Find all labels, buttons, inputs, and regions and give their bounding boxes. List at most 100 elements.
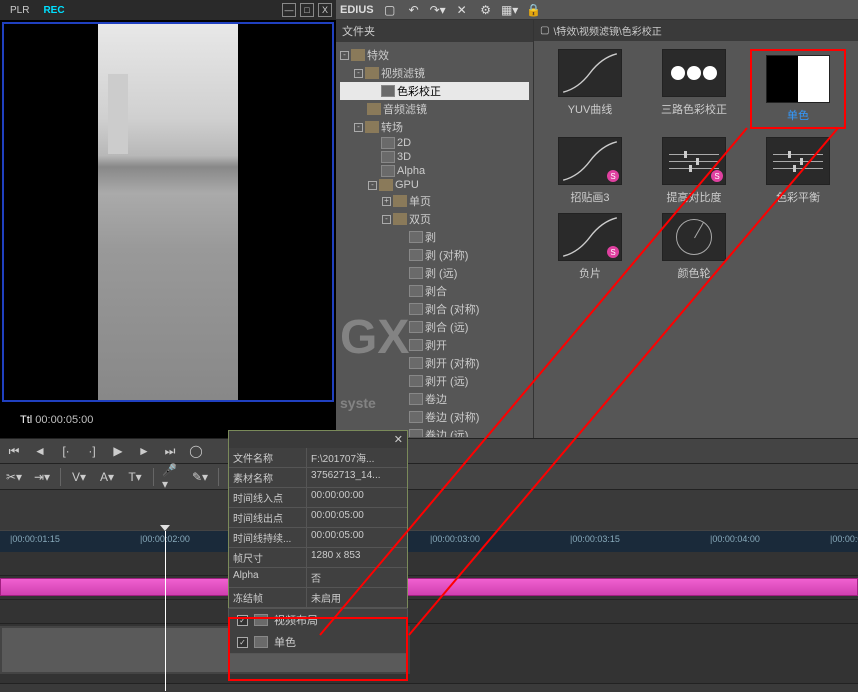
preview-viewport[interactable] <box>2 22 334 402</box>
bracket-out-icon[interactable]: ·] <box>82 442 102 460</box>
tree-item[interactable]: 剥合 (远) <box>340 318 529 336</box>
tree-item[interactable]: Alpha <box>340 164 529 178</box>
timeline-ruler[interactable]: |00:00:01:15|00:00:02:00|00:00:02:15|00:… <box>0 530 858 552</box>
effects-grid-panel: ▢ \特效\视频滤镜\色彩校正 YUV曲线三路色彩校正单色 S招贴画3S提高对比度… <box>534 20 858 438</box>
plr-mode-button[interactable]: PLR <box>4 5 35 16</box>
tree-item[interactable]: 卷边 (对称) <box>340 408 529 426</box>
info-key: 帧尺寸 <box>229 548 307 567</box>
effect-item[interactable]: S招贴画3 <box>542 137 638 205</box>
loop-icon[interactable]: ◯ <box>186 442 206 460</box>
delete-icon[interactable]: ✕ <box>454 3 470 17</box>
tree-toggle-icon[interactable]: - <box>368 181 377 190</box>
tree-item[interactable]: 3D <box>340 150 529 164</box>
effect-item[interactable]: YUV曲线 <box>542 49 638 129</box>
filter-icon <box>409 393 423 405</box>
skip-end-icon[interactable]: ⏭ <box>160 442 180 460</box>
nav-forward-icon[interactable]: ↷▾ <box>430 3 446 17</box>
preview-header: PLR REC — □ X <box>0 0 336 20</box>
tree-item-label: 色彩校正 <box>397 83 441 99</box>
tree-toggle-icon[interactable]: - <box>354 123 363 132</box>
nav-back-icon[interactable]: ↶ <box>406 3 422 17</box>
info-key: 时间线出点 <box>229 508 307 527</box>
tree-item[interactable]: 剥合 <box>340 282 529 300</box>
tree-item[interactable]: 剥开 (对称) <box>340 354 529 372</box>
effect-thumbnail <box>766 55 830 103</box>
tree-item[interactable]: 剥 (远) <box>340 264 529 282</box>
tree-toggle-icon[interactable]: - <box>382 215 391 224</box>
tree-toggle-icon[interactable]: + <box>382 197 391 206</box>
lock-icon[interactable]: 🔒 <box>526 3 542 17</box>
tree-item[interactable]: +单页 <box>340 192 529 210</box>
effect-item[interactable]: 色彩平衡 <box>750 137 846 205</box>
breadcrumb: ▢ \特效\视频滤镜\色彩校正 <box>534 20 858 41</box>
folder-icon[interactable]: ▢ <box>382 3 398 17</box>
tree-item[interactable]: 剥 (对称) <box>340 246 529 264</box>
tree-header: 文件夹 <box>336 20 533 42</box>
video-track-1[interactable] <box>0 576 858 600</box>
marker-v-icon[interactable]: V▾ <box>69 468 89 486</box>
playhead[interactable] <box>165 531 166 691</box>
overlay-track[interactable] <box>0 624 858 684</box>
tree-item[interactable]: -双页 <box>340 210 529 228</box>
properties-icon[interactable]: ⚙ <box>478 3 494 17</box>
tree-item[interactable]: 色彩校正 <box>340 82 529 100</box>
info-value: 未启用 <box>307 588 407 607</box>
audio-track-1[interactable] <box>0 600 858 624</box>
effect-item[interactable]: S提高对比度 <box>646 137 742 205</box>
tree-item-label: 剥合 (对称) <box>425 301 479 317</box>
tree-item[interactable]: 音频滤镜 <box>340 100 529 118</box>
tree-item[interactable]: -特效 <box>340 46 529 64</box>
checkbox[interactable]: ✓ <box>237 615 248 626</box>
preview-timecode: Ttl 00:00:05:00 <box>20 414 93 426</box>
tree-item[interactable]: 剥开 <box>340 336 529 354</box>
tree-item[interactable]: 剥合 (对称) <box>340 300 529 318</box>
audio-mic-icon[interactable]: 🎤▾ <box>162 468 182 486</box>
filter-icon <box>409 429 423 437</box>
tree-item[interactable]: 剥 <box>340 228 529 246</box>
effect-item[interactable]: 三路色彩校正 <box>646 49 742 129</box>
view-icon[interactable]: ▦▾ <box>502 3 518 17</box>
play-icon[interactable]: ▶ <box>108 442 128 460</box>
checkbox[interactable]: ✓ <box>237 637 248 648</box>
info-row: 文件名称F:\201707海... <box>229 448 407 468</box>
tree-toggle-icon[interactable]: - <box>354 69 363 78</box>
minimize-button[interactable]: — <box>282 3 296 17</box>
prev-frame-icon[interactable]: ◄ <box>30 442 50 460</box>
tree-item[interactable]: - 视频滤镜 <box>340 64 529 82</box>
rec-mode-button[interactable]: REC <box>39 5 68 16</box>
folder-icon: ▢ <box>540 25 549 36</box>
maximize-button[interactable]: □ <box>300 3 314 17</box>
tree-item[interactable]: -GPU <box>340 178 529 192</box>
effect-label: 单色 <box>787 107 809 123</box>
tree-item[interactable]: 2D <box>340 136 529 150</box>
tree-item-label: 剥开 (对称) <box>425 355 479 371</box>
effect-item[interactable]: 颜色轮 <box>646 213 742 281</box>
effects-tree-panel: 文件夹 -特效-视频滤镜色彩校正音频滤镜-转场2D3DAlpha-GPU+单页-… <box>336 20 534 438</box>
timeline-tracks <box>0 552 858 684</box>
marker-badge: S <box>711 170 723 182</box>
close-icon[interactable]: ✕ <box>394 433 403 446</box>
title-icon[interactable]: T▾ <box>125 468 145 486</box>
effect-item[interactable]: S负片 <box>542 213 638 281</box>
skip-start-icon[interactable]: ⏮ <box>4 442 24 460</box>
applied-effect-label: 单色 <box>274 634 296 650</box>
applied-effect-row[interactable]: ✓视频布局 <box>229 609 407 631</box>
timeline-clip[interactable] <box>0 578 858 596</box>
applied-effect-row[interactable]: ✓ 单色 <box>229 631 407 653</box>
tree-item[interactable]: 卷边 <box>340 390 529 408</box>
effects-tree[interactable]: -特效-视频滤镜色彩校正音频滤镜-转场2D3DAlpha-GPU+单页-双页剥剥… <box>336 42 533 437</box>
video-track-2[interactable] <box>0 552 858 576</box>
bracket-in-icon[interactable]: [· <box>56 442 76 460</box>
tree-toggle-icon[interactable]: - <box>340 51 349 60</box>
tree-item[interactable]: 剥开 (远) <box>340 372 529 390</box>
next-frame-icon[interactable]: ► <box>134 442 154 460</box>
ripple-icon[interactable]: ⇥▾ <box>32 468 52 486</box>
edit-icon[interactable]: ✎▾ <box>190 468 210 486</box>
tree-item[interactable]: -转场 <box>340 118 529 136</box>
marker-a-icon[interactable]: A▾ <box>97 468 117 486</box>
info-row: 时间线出点00:00:05:00 <box>229 508 407 528</box>
tree-item-label: 视频滤镜 <box>381 65 425 81</box>
cut-icon[interactable]: ✂▾ <box>4 468 24 486</box>
close-button[interactable]: X <box>318 3 332 17</box>
effect-item[interactable]: 单色 <box>750 49 846 129</box>
